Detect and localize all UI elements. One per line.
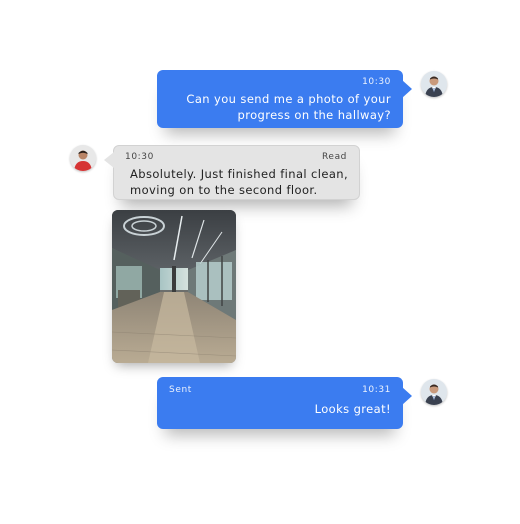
message-time: 10:30 (362, 77, 391, 87)
outgoing-message[interactable]: 10:30 Can you send me a photo of your pr… (157, 70, 412, 128)
message-text: Can you send me a photo of your progress… (171, 91, 391, 123)
outgoing-message[interactable]: Sent 10:31 Looks great! (157, 377, 412, 429)
read-status: Read (321, 152, 347, 162)
incoming-message[interactable]: 10:30 Read Absolutely. Just finished fin… (104, 145, 360, 200)
message-line: progress on the hallway? (237, 108, 391, 122)
hallway-photo[interactable] (112, 210, 236, 363)
sent-status: Sent (169, 385, 192, 395)
message-time: 10:30 (125, 152, 154, 162)
message-line: Looks great! (314, 402, 391, 416)
message-line: moving on to the second floor. (130, 183, 318, 197)
message-time: 10:31 (362, 385, 391, 395)
message-line: Can you send me a photo of your (186, 92, 391, 106)
chat-thread: 10:30 Can you send me a photo of your pr… (0, 0, 520, 524)
message-text: Looks great! (315, 401, 391, 417)
message-text: Absolutely. Just finished final clean, m… (130, 166, 350, 198)
contact-avatar-icon[interactable] (70, 145, 96, 171)
user-avatar-icon[interactable] (421, 379, 447, 405)
message-line: Absolutely. Just finished final clean, (130, 167, 349, 181)
user-avatar-icon[interactable] (421, 71, 447, 97)
